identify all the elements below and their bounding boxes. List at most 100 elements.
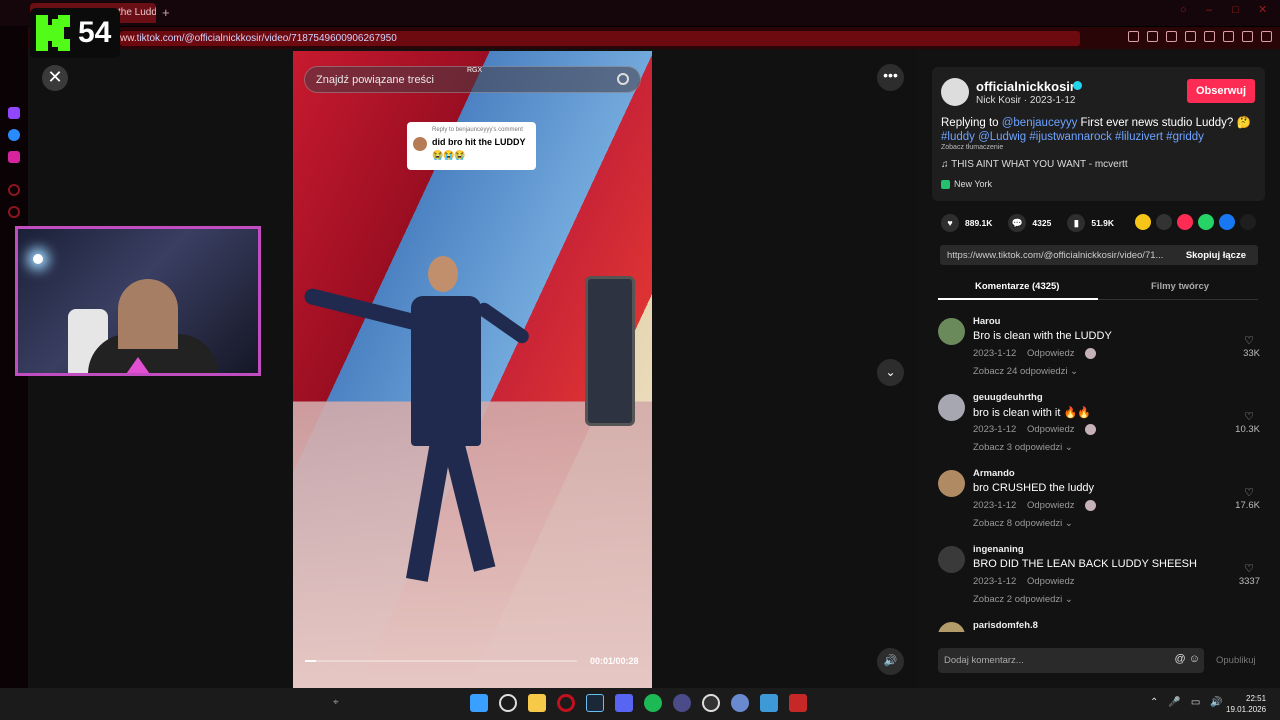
taskbar-pin-icon[interactable]: ⌖ bbox=[333, 697, 339, 708]
reply-button[interactable]: Odpowiedz bbox=[1027, 576, 1075, 587]
reply-button[interactable]: Odpowiedz bbox=[1027, 500, 1075, 511]
tab-creator-videos[interactable]: Filmy twórcy bbox=[1151, 281, 1209, 292]
copy-link-button[interactable]: Skopiuj łącze bbox=[1186, 250, 1246, 261]
avatar[interactable] bbox=[938, 394, 965, 421]
view-replies-button[interactable]: Zobacz 24 odpowiedzi ⌄ bbox=[973, 366, 1078, 377]
app-icon[interactable] bbox=[673, 694, 691, 712]
facebook-icon[interactable] bbox=[1219, 214, 1235, 230]
search-icon[interactable] bbox=[617, 73, 629, 85]
discord-icon[interactable] bbox=[615, 694, 633, 712]
search-icon[interactable] bbox=[499, 694, 517, 712]
system-tray: ⌃ 🎤 ▭ 🔊 bbox=[1150, 697, 1223, 708]
follow-button[interactable]: Obserwuj bbox=[1187, 79, 1255, 103]
instagram-icon[interactable] bbox=[8, 151, 20, 163]
extensions-icon[interactable] bbox=[1223, 31, 1234, 42]
caption-hashtags[interactable]: #luddy @Ludwig #ijustwannarock #liluzive… bbox=[941, 131, 1204, 143]
chevron-up-icon[interactable]: ⌃ bbox=[1150, 697, 1158, 708]
comment-username[interactable]: geuugdeuhrthg bbox=[973, 392, 1043, 403]
whatsapp-icon[interactable] bbox=[1198, 214, 1214, 230]
avatar[interactable] bbox=[941, 78, 969, 106]
new-tab-button[interactable]: + bbox=[162, 5, 170, 20]
spotify-icon[interactable] bbox=[644, 694, 662, 712]
search-tag: RGX bbox=[467, 67, 483, 74]
view-replies-button[interactable]: Zobacz 3 odpowiedzi ⌄ bbox=[973, 442, 1073, 453]
file-explorer-icon[interactable] bbox=[528, 694, 546, 712]
like-icon[interactable]: ♡ bbox=[1244, 486, 1254, 499]
menu-icon[interactable] bbox=[1261, 31, 1272, 42]
comment-icon[interactable]: 💬 bbox=[1008, 214, 1027, 232]
reply-button[interactable]: Odpowiedz bbox=[1027, 348, 1075, 359]
more-options-button[interactable]: ••• bbox=[877, 64, 904, 91]
history-icon[interactable] bbox=[8, 184, 20, 196]
comment-username[interactable]: parisdomfeh.8 bbox=[973, 620, 1038, 631]
list-item: parisdomfeh.8 bbox=[938, 620, 1268, 632]
video-progress-bar[interactable] bbox=[305, 660, 577, 662]
share-arrow-icon[interactable] bbox=[1240, 214, 1256, 230]
comment-input[interactable]: Dodaj komentarz... @ ☺ bbox=[938, 648, 1204, 673]
play-icon[interactable] bbox=[1185, 31, 1196, 42]
like-icon[interactable]: ♡ bbox=[1244, 562, 1254, 575]
volume-icon[interactable]: 🔊 bbox=[1210, 697, 1222, 708]
post-username[interactable]: officialnickkosir bbox=[976, 79, 1075, 94]
view-replies-button[interactable]: Zobacz 8 odpowiedzi ⌄ bbox=[973, 518, 1073, 529]
close-window-button[interactable]: ✕ bbox=[1258, 4, 1270, 16]
settings-icon[interactable] bbox=[8, 206, 20, 218]
like-icon[interactable]: ♡ bbox=[1244, 334, 1254, 347]
steam-icon[interactable] bbox=[586, 694, 604, 712]
url-field[interactable]: ww.tiktok.com/@officialnickkosir/video/7… bbox=[120, 31, 1080, 46]
view-replies-button[interactable]: Zobacz 2 odpowiedzi ⌄ bbox=[973, 594, 1073, 605]
publish-button[interactable]: Opublikuj bbox=[1216, 655, 1256, 666]
avatar[interactable] bbox=[938, 318, 965, 345]
microphone-icon[interactable]: 🎤 bbox=[1168, 697, 1180, 708]
download-icon[interactable] bbox=[1242, 31, 1253, 42]
comment-username[interactable]: ingenaning bbox=[973, 544, 1024, 555]
app-icon[interactable] bbox=[760, 694, 778, 712]
music-link[interactable]: ♫ THIS AINT WHAT YOU WANT - mcvertt bbox=[941, 159, 1128, 170]
active-tab-underline bbox=[938, 298, 1098, 300]
comment-username[interactable]: Harou bbox=[973, 316, 1000, 327]
opera-icon[interactable] bbox=[557, 694, 575, 712]
webcam-overlay bbox=[15, 226, 261, 376]
like-icon[interactable]: ♡ bbox=[1244, 410, 1254, 423]
emoji-share-icon[interactable] bbox=[1135, 214, 1151, 230]
display-icon[interactable]: ▭ bbox=[1191, 697, 1200, 708]
close-video-button[interactable]: ✕ bbox=[42, 65, 68, 91]
avatar[interactable] bbox=[938, 546, 965, 573]
like-count: 889.1K bbox=[965, 218, 993, 228]
like-icon[interactable]: ♥ bbox=[941, 214, 959, 232]
reply-button[interactable]: Odpowiedz bbox=[1027, 424, 1075, 435]
heart-icon[interactable] bbox=[1204, 31, 1215, 42]
comment-date: 2023-1-12 bbox=[973, 424, 1017, 435]
avatar[interactable] bbox=[938, 622, 965, 632]
caption-text: Replying to bbox=[941, 117, 1002, 129]
tab-comments[interactable]: Komentarze (4325) bbox=[975, 281, 1059, 292]
snapshot-icon[interactable] bbox=[1147, 31, 1158, 42]
bookmark-icon[interactable] bbox=[1128, 31, 1139, 42]
twitch-icon[interactable] bbox=[8, 107, 20, 119]
avatar[interactable] bbox=[938, 470, 965, 497]
volume-button[interactable]: 🔊 bbox=[877, 648, 904, 675]
voicemeeter-icon[interactable] bbox=[789, 694, 807, 712]
comment-like-count: 33K bbox=[1243, 348, 1260, 359]
presenter-head bbox=[428, 256, 458, 292]
location-tag[interactable]: New York bbox=[941, 179, 992, 190]
embed-icon[interactable] bbox=[1156, 214, 1172, 230]
presenter-arm bbox=[474, 300, 532, 346]
app-icon[interactable] bbox=[731, 694, 749, 712]
translate-link[interactable]: Zobacz tłumaczenie bbox=[941, 144, 1003, 151]
taskbar-clock[interactable]: 22:51 19.01.2026 bbox=[1226, 693, 1266, 715]
comment-username[interactable]: Armando bbox=[973, 468, 1015, 479]
obs-icon[interactable] bbox=[702, 694, 720, 712]
windows-start-icon[interactable] bbox=[470, 694, 488, 712]
next-video-button[interactable]: ⌄ bbox=[877, 359, 904, 386]
related-search-input[interactable]: Znajdź powiązane treści RGX bbox=[304, 66, 641, 93]
caption-mention[interactable]: @benjauceyyy bbox=[1002, 117, 1078, 129]
shield-icon[interactable] bbox=[1166, 31, 1177, 42]
minimize-button[interactable]: – bbox=[1206, 4, 1218, 16]
mention-emoji-icon[interactable]: @ ☺ bbox=[1175, 653, 1200, 665]
messenger-icon[interactable] bbox=[8, 129, 20, 141]
bookmark-icon[interactable]: ▮ bbox=[1067, 214, 1086, 232]
search-icon[interactable]: ○ bbox=[1180, 4, 1192, 16]
send-icon[interactable] bbox=[1177, 214, 1193, 230]
maximize-button[interactable]: □ bbox=[1232, 4, 1244, 16]
